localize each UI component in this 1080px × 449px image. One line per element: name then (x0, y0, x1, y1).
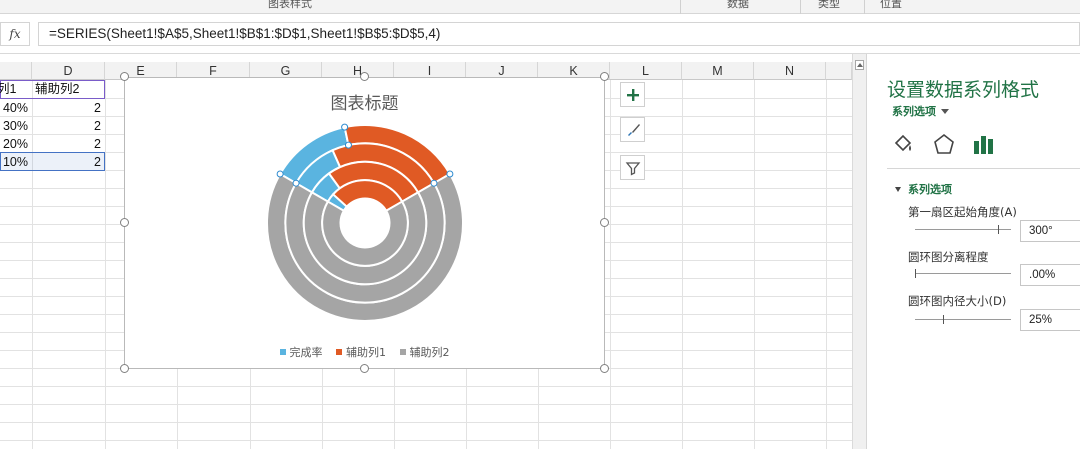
hole-size-label: 圆环图内径大小(D) (908, 294, 1007, 308)
series-selection-handle[interactable] (344, 141, 352, 149)
grid-line (610, 80, 611, 449)
series-selection-handle[interactable] (276, 170, 284, 178)
ribbon-separator (800, 0, 801, 14)
scroll-up-arrow[interactable] (855, 60, 864, 70)
table-cell[interactable]: 2 (32, 135, 105, 153)
table-cell[interactable]: 40% (0, 99, 32, 117)
effects-tab-icon[interactable] (931, 132, 957, 158)
legend-swatch (279, 349, 286, 355)
series-options-section-header[interactable]: 系列选项 (895, 181, 952, 197)
slider-thumb[interactable] (998, 225, 999, 234)
ribbon-separator (864, 0, 865, 14)
series-selection-handle[interactable] (430, 179, 438, 187)
chart-resize-handle[interactable] (600, 364, 609, 373)
plus-icon (626, 88, 639, 101)
grid-line (0, 422, 852, 423)
ribbon-strip: 图表样式 数据 类型 位置 (0, 0, 1080, 14)
chart-plot-area[interactable] (125, 78, 606, 370)
grid-line (754, 80, 755, 449)
first-slice-angle-slider[interactable] (915, 225, 1011, 234)
legend-item[interactable]: 辅助列1 (336, 344, 386, 360)
chart-legend[interactable]: 完成率 辅助列1 辅助列2 (125, 344, 604, 360)
ribbon-group-chart-styles[interactable]: 图表样式 (268, 0, 312, 11)
chart-resize-handle[interactable] (360, 72, 369, 81)
chart-elements-button[interactable] (620, 82, 645, 107)
chart-styles-button[interactable] (620, 117, 645, 142)
series-options-label: 系列选项 (892, 105, 936, 118)
legend-item[interactable]: 辅助列2 (399, 344, 450, 360)
series-selection-handle[interactable] (292, 179, 300, 187)
doughnut-explosion-slider[interactable] (915, 269, 1011, 278)
chart-resize-handle[interactable] (120, 218, 129, 227)
column-header-d[interactable]: D (32, 62, 105, 80)
series-options-dropdown[interactable]: 系列选项 (892, 103, 949, 119)
grid-line (0, 440, 852, 441)
first-slice-angle-input[interactable]: 300° (1020, 220, 1080, 242)
tab-divider (887, 168, 1080, 169)
ribbon-group-location[interactable]: 位置 (880, 0, 902, 11)
doughnut-explosion-input[interactable]: .00% (1020, 264, 1080, 286)
slider-thumb[interactable] (915, 269, 916, 278)
column-header-l[interactable]: L (610, 62, 682, 80)
column-header-n[interactable]: N (754, 62, 826, 80)
worksheet-grid[interactable]: D E F G H I J K L M N 列1 辅助列2 40% 2 30% … (0, 54, 852, 449)
chart-resize-handle[interactable] (600, 72, 609, 81)
legend-item[interactable]: 完成率 (279, 344, 323, 360)
column-header-c[interactable] (0, 62, 32, 80)
grid-line (105, 80, 106, 449)
formula-input[interactable]: =SERIES(Sheet1!$A$5,Sheet1!$B$1:$D$1,She… (38, 22, 1080, 46)
series-selection-handle[interactable] (446, 170, 454, 178)
chart-resize-handle[interactable] (600, 218, 609, 227)
column-header-o[interactable] (826, 62, 852, 80)
hole-size-slider[interactable] (915, 315, 1011, 324)
column-header-m[interactable]: M (682, 62, 754, 80)
cell-header-d[interactable]: 辅助列2 (32, 80, 105, 98)
first-slice-angle-label: 第一扇区起始角度(A) (908, 205, 1017, 219)
chart-resize-handle[interactable] (120, 72, 129, 81)
hole-size-input[interactable]: 25% (1020, 309, 1080, 331)
ribbon-separator (680, 0, 681, 14)
section-label: 系列选项 (908, 183, 952, 196)
doughnut-explosion-label: 圆环图分离程度 (908, 250, 989, 264)
brush-icon (627, 123, 640, 136)
vertical-scrollbar[interactable] (852, 54, 866, 449)
fx-icon: fx (9, 27, 21, 41)
legend-label: 辅助列1 (346, 346, 386, 359)
formula-bar: fx =SERIES(Sheet1!$A$5,Sheet1!$B$1:$D$1,… (0, 14, 1080, 54)
doughnut-chart[interactable]: 图表标题 完成率 辅助列1 辅助列2 (124, 77, 605, 369)
table-cell[interactable]: 20% (0, 135, 32, 153)
chart-resize-handle[interactable] (120, 364, 129, 373)
format-data-series-pane: 设置数据系列格式 系列选项 系列选项 第一扇区起始角度(A) 300° 圆环图分… (866, 54, 1080, 449)
legend-swatch (336, 349, 342, 355)
insert-function-button[interactable]: fx (0, 22, 30, 46)
slider-thumb[interactable] (943, 315, 944, 324)
table-cell[interactable]: 2 (32, 99, 105, 117)
table-cell[interactable]: 10% (0, 153, 32, 171)
legend-label: 完成率 (289, 346, 323, 359)
series-options-tab-icon[interactable] (971, 132, 997, 158)
filter-icon (625, 161, 640, 176)
legend-label: 辅助列2 (409, 346, 450, 359)
cell-header-c[interactable]: 列1 (0, 80, 32, 98)
table-cell[interactable]: 2 (32, 153, 105, 171)
fill-line-tab-icon[interactable] (891, 132, 917, 158)
pane-title: 设置数据系列格式 (887, 79, 1040, 101)
grid-line (0, 404, 852, 405)
chevron-down-icon (941, 109, 949, 114)
chart-resize-handle[interactable] (360, 364, 369, 373)
ribbon-group-data[interactable]: 数据 (727, 0, 749, 11)
ribbon-group-type[interactable]: 类型 (818, 0, 840, 11)
series-selection-handle[interactable] (341, 123, 349, 131)
grid-line (826, 80, 827, 449)
grid-line (0, 386, 852, 387)
legend-swatch (399, 349, 406, 355)
chart-filters-button[interactable] (620, 155, 645, 180)
collapse-triangle-icon (895, 187, 901, 192)
table-cell[interactable]: 2 (32, 117, 105, 135)
table-cell[interactable]: 30% (0, 117, 32, 135)
grid-line (682, 80, 683, 449)
